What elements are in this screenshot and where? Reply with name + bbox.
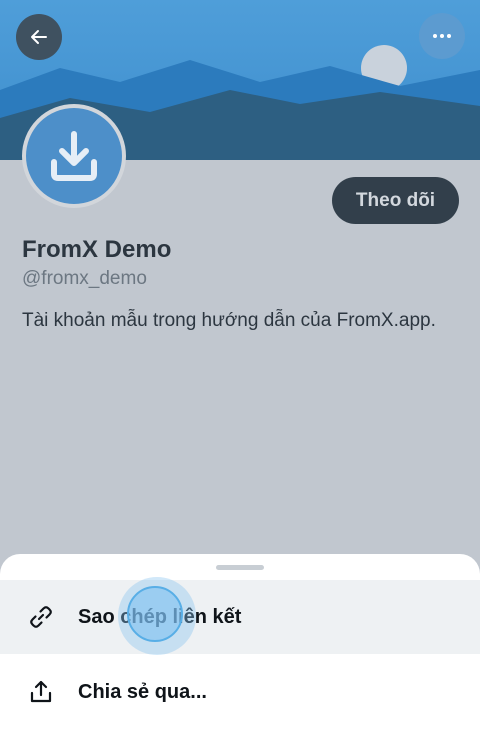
display-name: FromX Demo [22,236,172,263]
avatar[interactable] [22,104,126,208]
ellipsis-icon [433,34,451,38]
share-bottom-sheet: Sao chép liên kết Chia sẻ qua... [0,554,480,755]
sheet-grabber[interactable] [216,565,264,570]
follow-button[interactable]: Theo dõi [332,177,459,224]
more-options-button[interactable] [419,13,465,59]
user-handle: @fromx_demo [22,268,147,289]
copy-link-item[interactable]: Sao chép liên kết [0,580,480,654]
share-icon [28,679,54,705]
copy-link-label: Sao chép liên kết [78,605,242,628]
profile-bio: Tài khoản mẫu trong hướng dẫn của FromX.… [22,310,436,331]
share-via-label: Chia sẻ qua... [78,680,207,703]
back-button[interactable] [16,14,62,60]
download-icon [51,131,97,181]
share-via-item[interactable]: Chia sẻ qua... [0,655,480,729]
arrow-left-icon [31,30,47,44]
link-icon [28,604,54,630]
